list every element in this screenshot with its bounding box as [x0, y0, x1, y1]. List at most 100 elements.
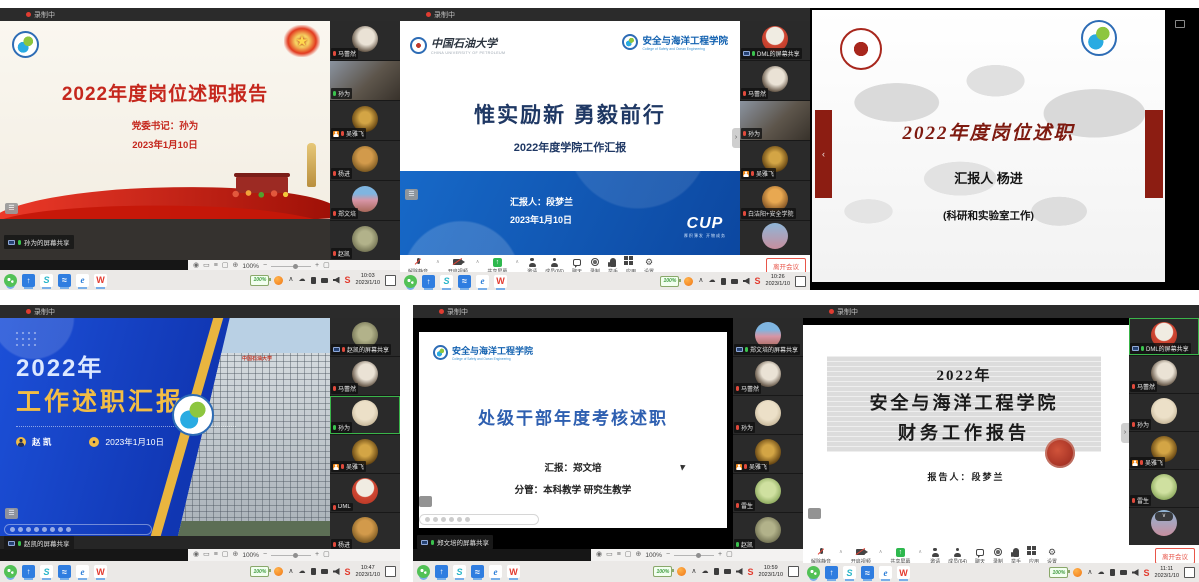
annotate-icon[interactable]: ⊕	[232, 549, 238, 561]
participant-tile[interactable]: 郑文培	[330, 181, 400, 220]
zoom-level[interactable]: 100%	[242, 552, 259, 559]
tray-cloud-icon[interactable]: ☁	[709, 271, 716, 290]
view-zoom-bar[interactable]: ◉ ▭ ≡ ▢ ⊕ 100% − + ▢	[591, 549, 803, 561]
zoom-in-icon[interactable]: +	[315, 549, 319, 561]
tray-camera-icon[interactable]	[1120, 570, 1127, 575]
tray-speaker-icon[interactable]	[333, 277, 340, 284]
taskbar-app-ie[interactable]: e	[476, 275, 489, 288]
taskbar-app-meeting[interactable]: S	[40, 565, 53, 578]
tray-mic-icon[interactable]	[714, 568, 719, 575]
presenter-menu-button[interactable]: ☰	[405, 189, 418, 200]
participant-tile[interactable]: 马蕾然	[740, 61, 810, 100]
taskbar-app-meeting[interactable]: S	[40, 274, 53, 287]
tray-mic-icon[interactable]	[1110, 569, 1115, 576]
participant-tile[interactable]: 孙为	[733, 396, 803, 434]
tray-mic-icon[interactable]	[311, 568, 316, 575]
chevron-down-icon[interactable]: ∨	[1155, 512, 1173, 521]
participant-tile[interactable]: ∨	[1129, 508, 1199, 545]
eye-icon[interactable]: ◉	[193, 549, 199, 561]
tray-speaker-icon[interactable]	[333, 568, 340, 575]
taskbar-app-drive[interactable]: ↑	[435, 565, 448, 578]
taskbar-app-ie[interactable]: e	[489, 565, 502, 578]
taskbar-app-drive[interactable]: ↑	[22, 274, 35, 287]
zoom-in-icon[interactable]: +	[718, 549, 722, 561]
taskbar-clock[interactable]: 10:592023/1/10	[759, 565, 783, 579]
participant-tile[interactable]: 孙为	[1129, 394, 1199, 431]
zoom-level[interactable]: 100%	[242, 263, 259, 270]
expand-caret-icon[interactable]: ∧	[918, 549, 922, 555]
tray-recorder-icon[interactable]: S	[748, 567, 754, 577]
taskbar-clock[interactable]: 10:262023/1/10	[766, 274, 790, 288]
taskbar-app-wechat[interactable]	[417, 565, 430, 578]
taskbar-app-wechat[interactable]	[404, 275, 417, 288]
notification-icon[interactable]	[1184, 567, 1195, 578]
notification-icon[interactable]	[385, 275, 396, 286]
tray-caret-icon[interactable]: ∧	[691, 562, 696, 582]
taskbar-app-meeting[interactable]: S	[453, 565, 466, 578]
tray-360-icon[interactable]	[677, 567, 686, 576]
page-view-icon[interactable]: ▭	[606, 549, 613, 561]
taskbar-app-drive[interactable]: ↑	[22, 565, 35, 578]
tray-camera-icon[interactable]	[724, 569, 731, 574]
tray-recorder-icon[interactable]: S	[345, 275, 351, 285]
expand-caret-icon[interactable]: ∧	[436, 259, 440, 265]
taskbar-app-wps[interactable]: W	[494, 275, 507, 288]
tray-caret-icon[interactable]: ∧	[288, 270, 293, 290]
taskbar-app-wps[interactable]: W	[897, 566, 910, 579]
tray-camera-icon[interactable]	[321, 278, 328, 283]
participant-tile[interactable]: 马蕾然	[330, 357, 400, 395]
expand-caret-icon[interactable]: ∧	[879, 549, 883, 555]
taskbar-app-meeting[interactable]: S	[843, 566, 856, 579]
taskbar-app-drive[interactable]: ↑	[825, 566, 838, 579]
tray-speaker-icon[interactable]	[736, 568, 743, 575]
participant-tile[interactable]: 赵凯	[330, 221, 400, 260]
participant-tile[interactable]: DML的屏幕共享	[1129, 318, 1199, 355]
zoom-out-icon[interactable]: −	[666, 549, 670, 561]
participant-tile[interactable]: 赵凯的屏幕共享	[330, 318, 400, 356]
participant-tile[interactable]: 杨进	[330, 513, 400, 549]
taskbar-app-wechat[interactable]	[807, 566, 820, 579]
zoom-slider[interactable]	[674, 555, 714, 556]
zoom-level[interactable]: 100%	[645, 552, 662, 559]
taskbar-app-ie[interactable]: e	[879, 566, 892, 579]
taskbar-clock[interactable]: 11:112023/1/10	[1155, 566, 1179, 580]
participant-tile[interactable]: 马蕾然	[733, 357, 803, 395]
participant-tile[interactable]: DML	[330, 474, 400, 512]
tray-cloud-icon[interactable]: ☁	[702, 562, 709, 582]
eye-icon[interactable]: ◉	[596, 549, 602, 561]
fit-page-icon[interactable]: ▢	[625, 549, 632, 561]
expand-caret-icon[interactable]: ∧	[839, 549, 843, 555]
tray-mic-icon[interactable]	[311, 277, 316, 284]
outline-view-icon[interactable]: ≡	[617, 549, 621, 561]
participant-tile[interactable]: 雷生	[1129, 470, 1199, 507]
notification-icon[interactable]	[788, 566, 799, 577]
participant-tile[interactable]: DML的屏幕共享	[740, 21, 810, 60]
participant-tile[interactable]	[740, 221, 810, 255]
window-controls-icon[interactable]	[1175, 20, 1185, 28]
taskbar-app-drive[interactable]: ↑	[422, 275, 435, 288]
participant-tile[interactable]: 白洁阳+安全学院	[740, 181, 810, 220]
participant-tile[interactable]: 孙为	[330, 61, 400, 100]
outline-view-icon[interactable]: ≡	[214, 549, 218, 561]
participant-tile[interactable]: 郑文培的屏幕共享	[733, 318, 803, 356]
tray-360-icon[interactable]	[684, 277, 693, 286]
sidebar-collapse-tab[interactable]: ›	[732, 128, 740, 148]
tray-recorder-icon[interactable]: S	[345, 567, 351, 577]
tray-cloud-icon[interactable]: ☁	[1098, 563, 1105, 582]
taskbar-app-wps[interactable]: W	[94, 274, 107, 287]
participant-tile[interactable]: 马蕾然	[1129, 356, 1199, 393]
taskbar-app-ie[interactable]: e	[76, 274, 89, 287]
participant-tile[interactable]: 孙为	[330, 396, 400, 434]
taskbar-app-docs[interactable]: ≈	[58, 565, 71, 578]
presenter-menu-button[interactable]	[419, 496, 432, 507]
sidebar-collapse-tab[interactable]: ›	[1121, 423, 1129, 443]
tray-camera-icon[interactable]	[321, 569, 328, 574]
zoom-out-icon[interactable]: −	[263, 549, 267, 561]
tray-recorder-icon[interactable]: S	[1144, 568, 1150, 578]
annotate-icon[interactable]: ⊕	[635, 549, 641, 561]
tray-360-icon[interactable]	[274, 567, 283, 576]
leave-meeting-button[interactable]: 离开会议	[1155, 548, 1195, 564]
page-view-icon[interactable]: ▭	[203, 549, 210, 561]
expand-caret-icon[interactable]: ∧	[515, 259, 519, 265]
taskbar-app-wps[interactable]: W	[507, 565, 520, 578]
